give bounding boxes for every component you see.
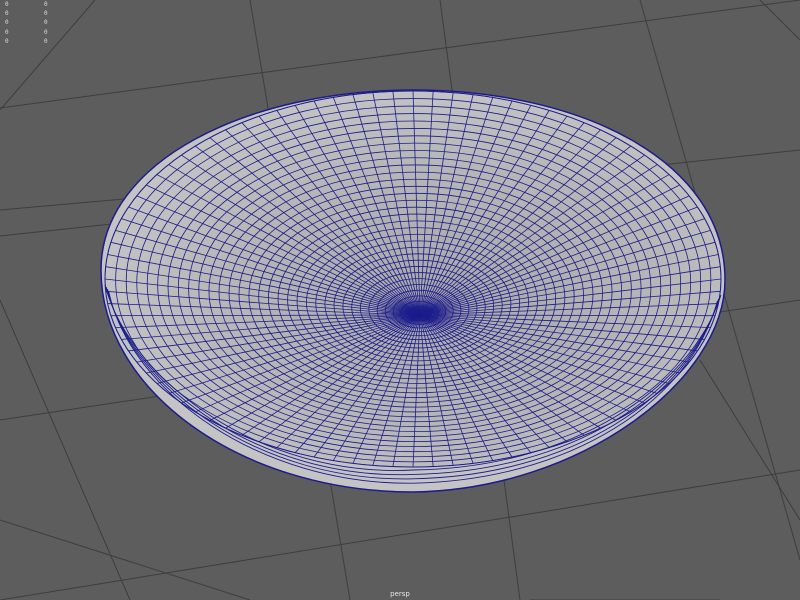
heads-up-display: 00 00 00 00 00: [5, 0, 48, 46]
hud-row: 00: [5, 37, 48, 45]
viewport-scene[interactable]: [0, 0, 800, 600]
hud-row: 00: [5, 10, 48, 18]
grid-line: [759, 0, 800, 41]
camera-name-label: persp: [390, 590, 410, 598]
bowl-mesh[interactable]: [100, 89, 726, 493]
hud-row: 00: [5, 19, 48, 27]
hud-row: 00: [5, 1, 48, 8]
hud-row: 00: [5, 28, 48, 36]
perspective-viewport[interactable]: 00 00 00 00 00 persp: [0, 0, 800, 600]
